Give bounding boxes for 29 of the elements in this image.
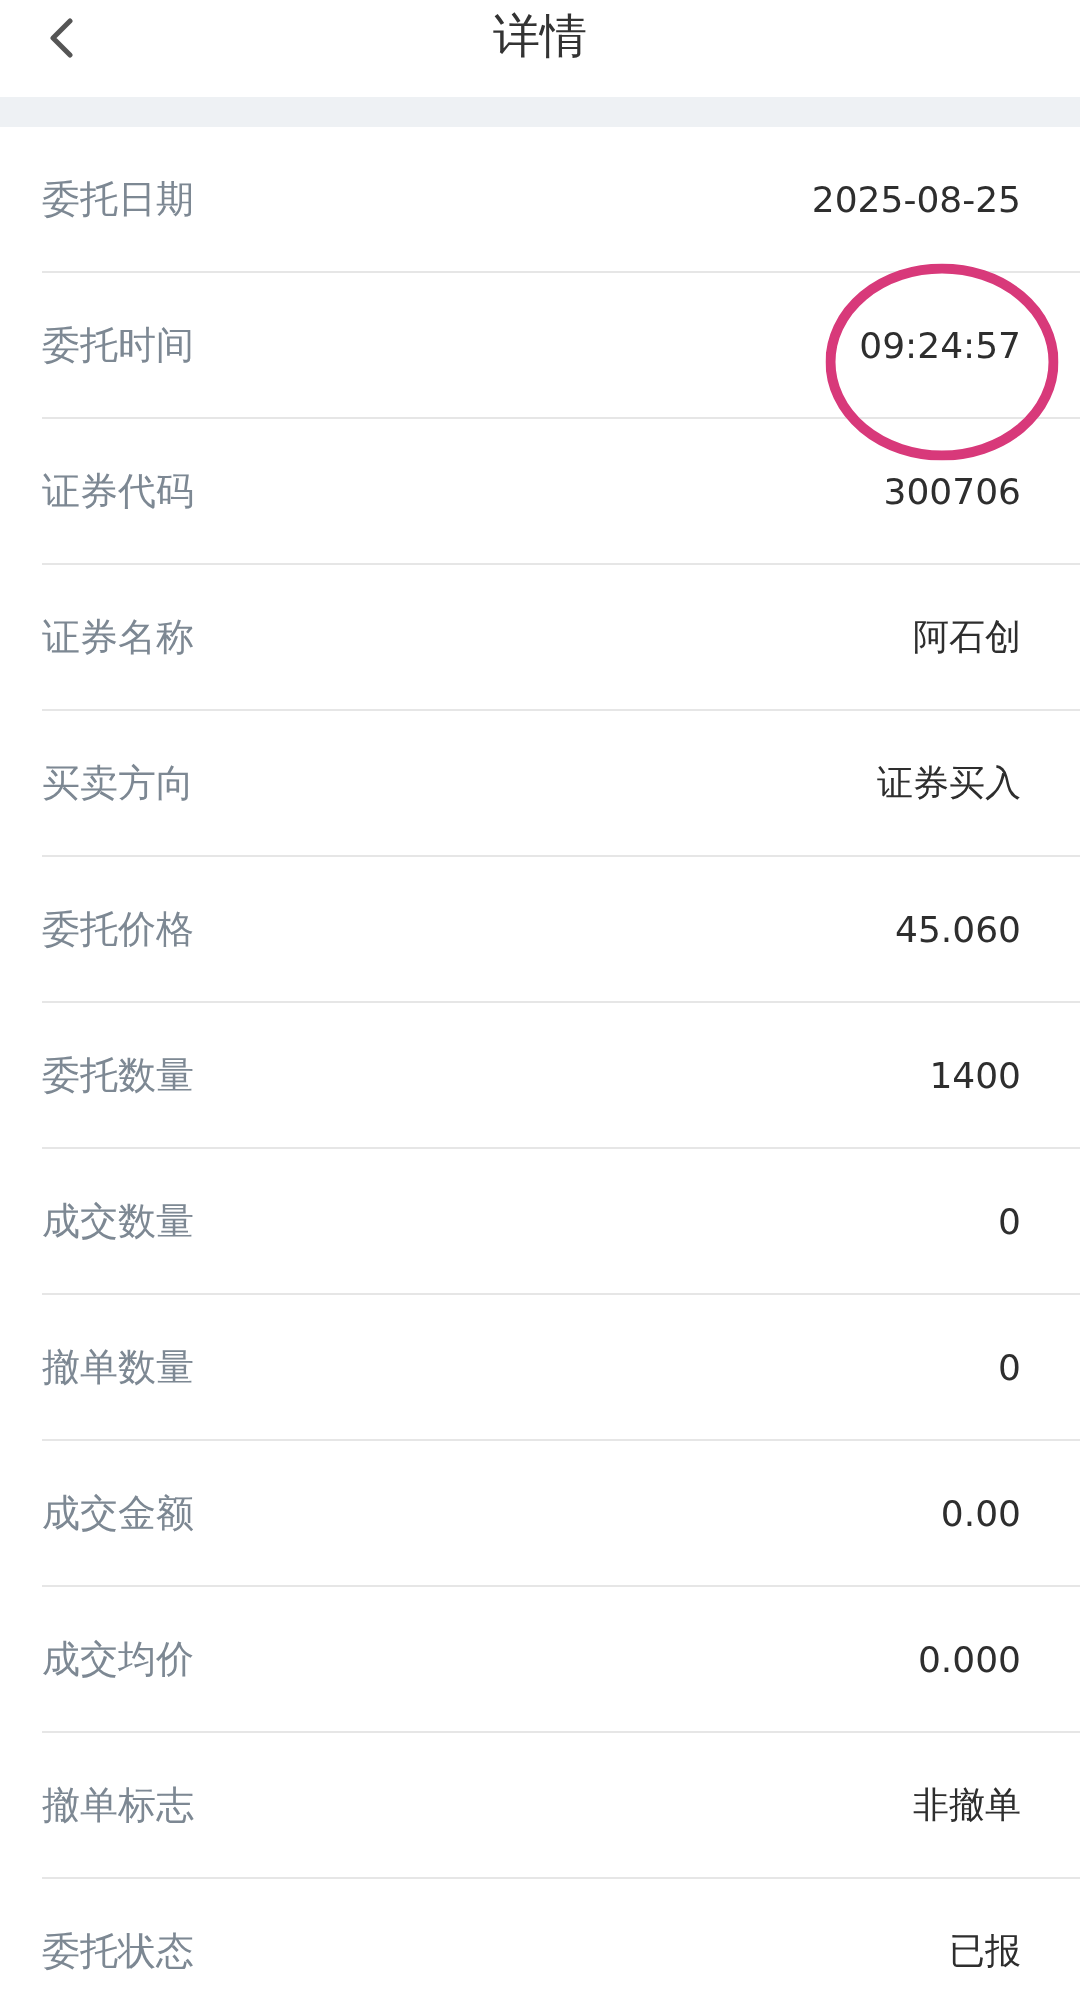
field-label: 成交均价 <box>42 1635 194 1683</box>
field-value: 0.000 <box>917 1638 1021 1680</box>
field-label: 成交金额 <box>42 1489 194 1537</box>
chevron-left-icon <box>48 17 74 58</box>
field-label: 委托价格 <box>42 905 194 953</box>
field-label: 委托日期 <box>42 175 194 223</box>
field-value: 0 <box>998 1200 1021 1242</box>
field-label: 买卖方向 <box>42 759 194 807</box>
field-label: 委托状态 <box>42 1927 194 1975</box>
field-value: 300706 <box>883 470 1021 512</box>
field-value: 非撤单 <box>913 1782 1021 1827</box>
field-label: 成交数量 <box>42 1197 194 1245</box>
field-label: 撤单数量 <box>42 1343 194 1391</box>
field-label: 撤单标志 <box>42 1781 194 1829</box>
field-label: 证券代码 <box>42 467 194 515</box>
field-value: 45.060 <box>895 908 1021 950</box>
field-value: 证券买入 <box>877 760 1021 805</box>
back-button[interactable] <box>48 17 74 58</box>
field-value: 0 <box>998 1346 1021 1388</box>
field-label: 委托数量 <box>42 1051 194 1099</box>
field-value: 09:24:57 <box>859 324 1021 366</box>
field-value: 2025-08-25 <box>811 178 1021 220</box>
field-value: 1400 <box>929 1054 1021 1096</box>
field-value: 阿石创 <box>913 614 1021 659</box>
field-value: 0.00 <box>940 1492 1021 1534</box>
field-label: 委托时间 <box>42 321 194 369</box>
page-title: 详情 <box>493 7 587 65</box>
field-label: 证券名称 <box>42 613 194 661</box>
field-value: 已报 <box>949 1928 1021 1973</box>
